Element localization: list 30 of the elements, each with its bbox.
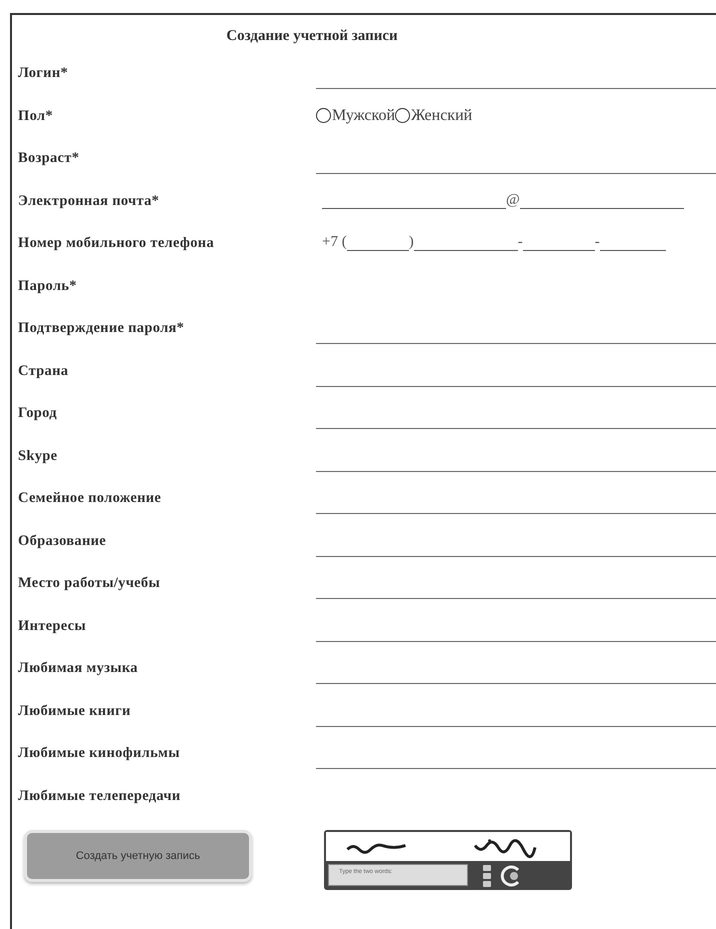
at-sign: @ <box>506 192 520 208</box>
field-label: Интересы <box>18 616 88 636</box>
radio-label: Мужской <box>332 106 396 124</box>
field-label: Любимая музыка <box>18 659 139 678</box>
phone-separator: - <box>518 234 523 251</box>
field-label: Любимые телепередачи <box>18 786 182 806</box>
field-label: Страна <box>18 362 70 380</box>
field-label: Логин* <box>18 64 70 83</box>
captcha-controls-icon <box>482 864 492 888</box>
field-label: Любимые кинофильмы <box>18 744 181 763</box>
field-label: Город <box>18 404 58 423</box>
phone-separator: - <box>594 234 600 251</box>
create-account-button[interactable]: Создать учетную запись <box>24 830 252 882</box>
phone-separator: ) <box>408 234 414 251</box>
field-label: Пол* <box>18 106 54 126</box>
field-label: Электронная почта* <box>18 192 160 210</box>
field-label: Skype <box>18 446 58 466</box>
field-label: Подтверждение пароля* <box>18 319 186 338</box>
phone-separator: +7 ( <box>322 234 347 251</box>
radio-button[interactable] <box>395 108 410 123</box>
radio-button[interactable] <box>316 108 331 123</box>
field-label: Семейное положение <box>18 489 162 508</box>
field-label: Место работы/учебы <box>18 574 162 593</box>
field-label: Образование <box>18 532 107 550</box>
field-label: Возраст* <box>18 149 80 168</box>
form-title: Создание учетной записи <box>225 26 399 46</box>
field-label: Любимые книги <box>18 702 132 720</box>
field-label: Номер мобильного телефона <box>18 234 215 253</box>
field-label: Пароль* <box>18 276 78 296</box>
radio-label: Женский <box>411 106 472 124</box>
